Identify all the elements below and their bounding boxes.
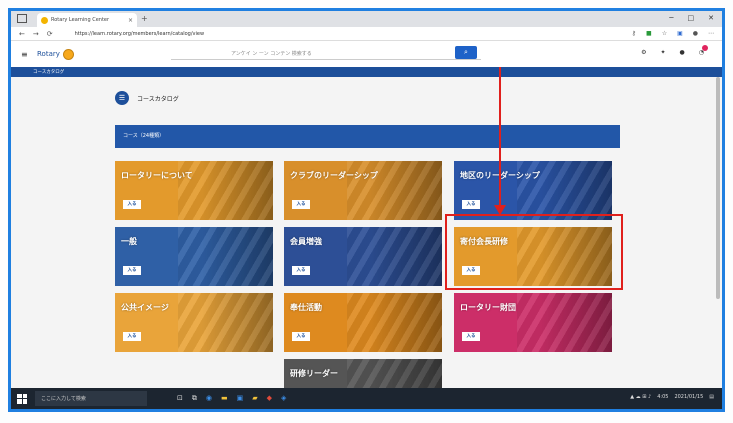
app-red-icon[interactable]: ◆ (267, 394, 272, 403)
tray-icons[interactable]: ▲ ☁ ⊞ ♪ (630, 394, 651, 400)
course-card[interactable]: ロータリー財団 入る (454, 293, 612, 352)
gear-icon[interactable]: ⚙ (641, 49, 646, 56)
url-field[interactable]: https://learn.rotary.org/members/learn/c… (75, 31, 624, 37)
course-section-bar: コース（24種類） (115, 125, 620, 148)
profile-icon[interactable]: ● (693, 30, 698, 37)
course-card-title: 一般 (121, 237, 137, 246)
breadcrumb[interactable]: コースカタログ (33, 69, 64, 75)
card-photo (178, 227, 273, 286)
app-blue-icon[interactable]: ◈ (281, 394, 286, 403)
card-photo (517, 293, 612, 352)
file-explorer-icon[interactable]: ▬ (221, 394, 228, 403)
main-content: ☰ コースカタログ コース（24種類） ロータリーについて 入る クラブのリーダ… (11, 67, 722, 409)
page-heading: ☰ コースカタログ (115, 91, 179, 105)
card-photo (347, 293, 442, 352)
enter-button[interactable]: 入る (123, 266, 141, 275)
annotation-arrow-line (499, 67, 501, 210)
notification-icon[interactable]: ◔ (699, 45, 708, 56)
course-card-title: 会員増強 (290, 237, 322, 246)
card-photo (178, 293, 273, 352)
browser-tab[interactable]: Rotary Learning Center × (37, 13, 137, 27)
breadcrumb-bar: コースカタログ (11, 67, 722, 77)
enter-button[interactable]: 入る (123, 200, 141, 209)
page-scrollbar[interactable] (716, 77, 720, 299)
rotary-logo[interactable]: Rotary (37, 48, 74, 60)
course-card[interactable]: 地区のリーダーシップ 入る (454, 161, 612, 220)
card-photo (347, 227, 442, 286)
minimize-button[interactable]: ─ (669, 14, 673, 22)
course-card[interactable]: 公共イメージ 入る (115, 293, 273, 352)
page-title: コースカタログ (137, 95, 179, 103)
task-view-icon[interactable]: ⊡ (177, 394, 183, 403)
notification-badge (702, 45, 708, 51)
course-card[interactable]: 一般 入る (115, 227, 273, 286)
course-card[interactable]: クラブのリーダーシップ 入る (284, 161, 442, 220)
course-card[interactable]: 奉仕活動 入る (284, 293, 442, 352)
tab-title: Rotary Learning Center (51, 17, 110, 23)
reload-icon[interactable]: ⟳ (47, 30, 53, 38)
taskbar-apps: ⊡ ⧉ ◉ ▬ ▣ ▰ ◆ ◈ (177, 394, 286, 403)
course-card-title: 公共イメージ (121, 303, 169, 312)
enter-button[interactable]: 入る (462, 332, 480, 341)
folder-icon[interactable]: ▰ (252, 394, 257, 403)
multitask-icon[interactable]: ⧉ (192, 394, 197, 403)
extension-green-icon[interactable]: ■ (646, 30, 652, 37)
catalog-icon: ☰ (115, 91, 129, 105)
search-input[interactable]: アンケイ ン ーン コンテン 検索する (171, 47, 481, 60)
enter-button[interactable]: 入る (292, 266, 310, 275)
taskbar-search-input[interactable]: ここに入力して検索 (35, 391, 147, 406)
user-icon[interactable]: ● (680, 49, 685, 56)
annotation-highlight-box (445, 214, 623, 290)
course-card[interactable]: 会員増強 入る (284, 227, 442, 286)
menu-icon[interactable]: ≡ (21, 50, 33, 59)
enter-button[interactable]: 入る (462, 200, 480, 209)
extension-icons: ⚷ ■ ☆ ▣ ● ⋯ (632, 30, 714, 37)
key-icon[interactable]: ⚷ (632, 30, 636, 37)
enter-button[interactable]: 入る (292, 200, 310, 209)
window-controls: ─ □ ✕ (669, 14, 714, 22)
collections-icon[interactable]: ▣ (677, 30, 683, 37)
favicon-icon (41, 16, 48, 24)
notification-center-icon[interactable]: ▤ (709, 394, 714, 400)
close-window-button[interactable]: ✕ (708, 14, 714, 22)
pin-icon[interactable]: ✦ (660, 49, 665, 56)
logo-text: Rotary (37, 50, 60, 58)
back-icon[interactable]: ← (19, 30, 25, 38)
address-bar: ← → ⟳ https://learn.rotary.org/members/l… (11, 27, 722, 41)
course-card-title: 研修リーダー (290, 369, 338, 378)
course-card-title: クラブのリーダーシップ (290, 171, 378, 180)
enter-button[interactable]: 入る (123, 332, 141, 341)
course-card-title: ロータリーについて (121, 171, 193, 180)
header-icons: ⚙ ✦ ● ◔ (641, 45, 708, 56)
new-tab-button[interactable]: + (141, 14, 148, 23)
tab-close-icon[interactable]: × (128, 17, 133, 24)
rotary-wheel-icon (62, 48, 74, 60)
star-icon[interactable]: ☆ (662, 30, 667, 37)
window-icon (17, 14, 27, 23)
windows-taskbar: ここに入力して検索 ⊡ ⧉ ◉ ▬ ▣ ▰ ◆ ◈ ▲ ☁ ⊞ ♪ 4:05 2… (11, 388, 722, 409)
maximize-button[interactable]: □ (688, 14, 695, 22)
screenshot-frame: Rotary Learning Center × + ─ □ ✕ ← → ⟳ h… (0, 0, 733, 423)
system-tray: ▲ ☁ ⊞ ♪ 4:05 2021/01/15 ▤ (630, 394, 714, 400)
site-header: ≡ Rotary アンケイ ン ーン コンテン 検索する ⌕ ⚙ ✦ ● ◔ (11, 41, 722, 67)
course-section-label: コース（24種類） (123, 133, 165, 139)
course-card[interactable]: ロータリーについて 入る (115, 161, 273, 220)
enter-button[interactable]: 入る (292, 332, 310, 341)
screen: Rotary Learning Center × + ─ □ ✕ ← → ⟳ h… (8, 8, 725, 412)
edge-icon[interactable]: ◉ (206, 394, 212, 403)
course-card-title: 奉仕活動 (290, 303, 322, 312)
course-card-title: ロータリー財団 (460, 303, 516, 312)
search-button[interactable]: ⌕ (455, 46, 477, 59)
browser-tabstrip: Rotary Learning Center × + ─ □ ✕ (11, 11, 722, 27)
more-icon[interactable]: ⋯ (708, 30, 714, 37)
windows-start-icon[interactable] (17, 393, 27, 404)
tray-time[interactable]: 4:05 (657, 394, 668, 400)
forward-icon[interactable]: → (33, 30, 39, 38)
store-icon[interactable]: ▣ (237, 394, 244, 403)
tray-date[interactable]: 2021/01/15 (674, 394, 703, 400)
